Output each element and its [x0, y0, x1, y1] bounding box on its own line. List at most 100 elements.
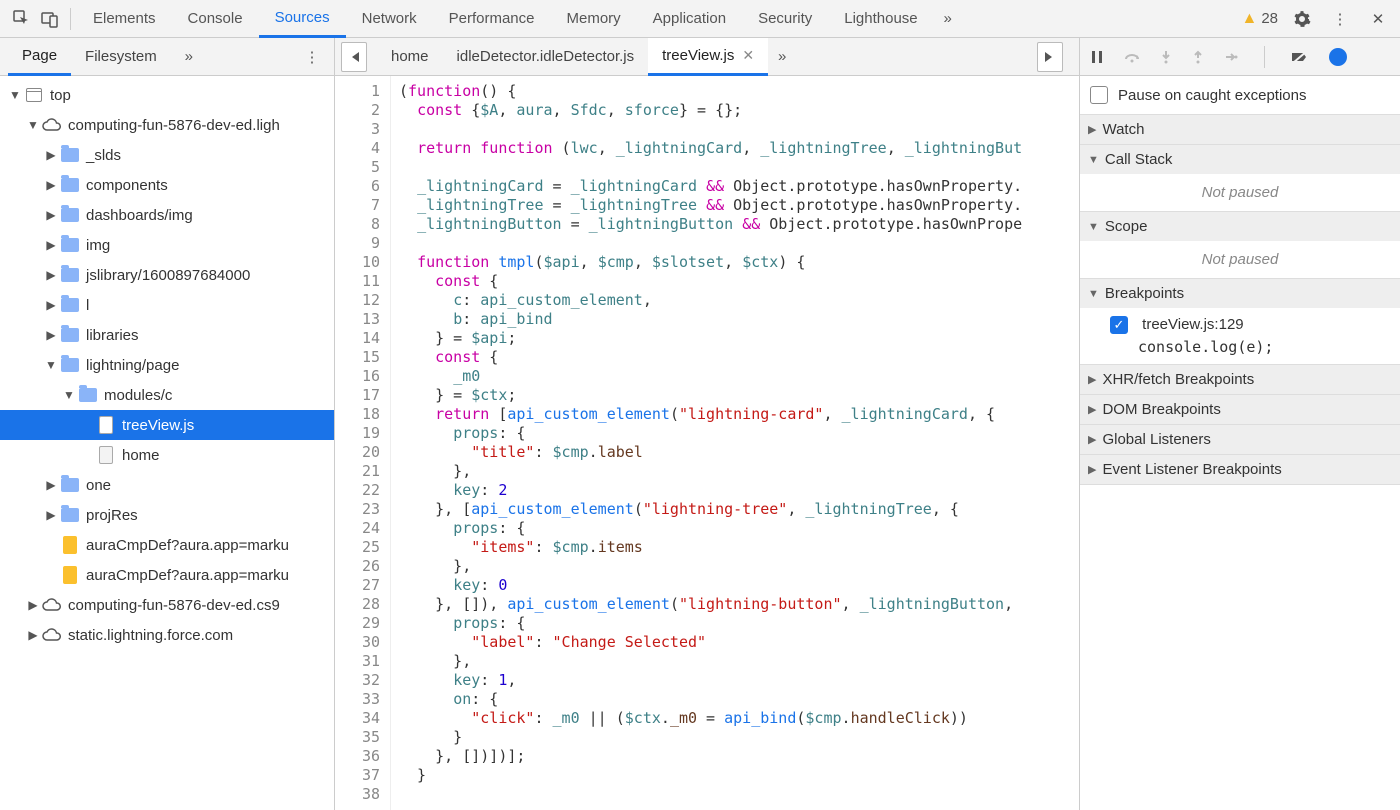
disclosure-icon[interactable]: ▶	[44, 148, 58, 162]
pane-header[interactable]: ▶DOM Breakpoints	[1080, 395, 1400, 424]
pane-header[interactable]: ▼Call Stack	[1080, 145, 1400, 174]
kebab-menu-icon[interactable]: ⋮	[1326, 5, 1354, 33]
sidebar-tabs: PageFilesystem » ⋮	[0, 38, 334, 76]
more-side-tabs-icon[interactable]: »	[175, 43, 203, 71]
disclosure-icon[interactable]: ▶	[44, 478, 58, 492]
tree-label: computing-fun-5876-dev-ed.ligh	[68, 117, 280, 134]
tree-label: computing-fun-5876-dev-ed.cs9	[68, 597, 280, 614]
device-toggle-icon[interactable]	[36, 5, 64, 33]
deactivate-breakpoints-icon[interactable]	[1291, 50, 1309, 64]
breakpoints-pane: ▼Breakpoints ✓ treeView.js:129 console.l…	[1080, 279, 1400, 365]
devtools-toolbar: ElementsConsoleSourcesNetworkPerformance…	[0, 0, 1400, 38]
editor-tab[interactable]: home	[377, 38, 443, 76]
code-editor[interactable]: 1234567891011121314151617181920212223242…	[335, 76, 1079, 810]
panel-tab-application[interactable]: Application	[637, 0, 742, 38]
pane-header[interactable]: ▼Scope	[1080, 212, 1400, 241]
file-icon	[96, 415, 116, 435]
tree-row[interactable]: ▼lightning/page	[0, 350, 334, 380]
panel-tab-sources[interactable]: Sources	[259, 0, 346, 38]
call-stack-pane: ▼Call Stack Not paused	[1080, 145, 1400, 212]
tree-row[interactable]: ▶projRes	[0, 500, 334, 530]
pane-header[interactable]: ▶Event Listener Breakpoints	[1080, 455, 1400, 484]
debug-toolbar	[1080, 38, 1400, 76]
disclosure-icon[interactable]: ▼	[26, 118, 40, 132]
step-over-icon[interactable]	[1124, 50, 1140, 64]
disclosure-icon[interactable]: ▶	[44, 328, 58, 342]
tree-row[interactable]: ▶static.lightning.force.com	[0, 620, 334, 650]
nav-forward-icon[interactable]	[1037, 42, 1063, 72]
tree-row[interactable]: ▶l	[0, 290, 334, 320]
tree-row[interactable]: ▼modules/c	[0, 380, 334, 410]
disclosure-icon[interactable]	[80, 418, 94, 432]
disclosure-icon[interactable]	[80, 448, 94, 462]
step-icon[interactable]	[1224, 50, 1238, 64]
pause-on-exceptions-icon[interactable]	[1329, 48, 1347, 66]
panel-tab-performance[interactable]: Performance	[433, 0, 551, 38]
disclosure-icon[interactable]: ▼	[62, 388, 76, 402]
disclosure-icon[interactable]: ▶	[26, 598, 40, 612]
editor-tab[interactable]: idleDetector.idleDetector.js	[443, 38, 649, 76]
separator	[70, 8, 71, 30]
close-icon[interactable]: ✕	[1364, 5, 1392, 33]
disclosure-icon[interactable]: ▶	[44, 178, 58, 192]
sidebar-tab-page[interactable]: Page	[8, 38, 71, 76]
sidebar-tab-filesystem[interactable]: Filesystem	[71, 38, 171, 76]
tab-label: idleDetector.idleDetector.js	[457, 48, 635, 65]
panel-tab-lighthouse[interactable]: Lighthouse	[828, 0, 933, 38]
tree-row[interactable]: ▶img	[0, 230, 334, 260]
frame-icon	[24, 85, 44, 105]
warning-icon: ▲	[1241, 10, 1257, 28]
step-into-icon[interactable]	[1160, 50, 1172, 64]
pane-header[interactable]: ▶Global Listeners	[1080, 425, 1400, 454]
tree-row[interactable]: ▶_slds	[0, 140, 334, 170]
settings-icon[interactable]	[1288, 5, 1316, 33]
checkbox[interactable]: ✓	[1110, 316, 1128, 334]
tab-label: treeView.js	[662, 47, 734, 64]
panel-tab-network[interactable]: Network	[346, 0, 433, 38]
checkbox[interactable]	[1090, 86, 1108, 104]
disclosure-icon[interactable]: ▶	[44, 268, 58, 282]
tree-row[interactable]: ▶jslibrary/1600897684000	[0, 260, 334, 290]
disclosure-icon[interactable]	[44, 568, 58, 582]
pane-header[interactable]: ▶XHR/fetch Breakpoints	[1080, 365, 1400, 394]
disclosure-icon[interactable]: ▼	[8, 88, 22, 102]
warning-count[interactable]: ▲ 28	[1241, 10, 1278, 28]
pause-icon[interactable]	[1090, 50, 1104, 64]
disclosure-icon[interactable]: ▶	[26, 628, 40, 642]
panel-tab-memory[interactable]: Memory	[551, 0, 637, 38]
disclosure-icon[interactable]: ▶	[44, 508, 58, 522]
disclosure-icon[interactable]: ▶	[44, 208, 58, 222]
pane-header[interactable]: ▶Watch	[1080, 115, 1400, 144]
panel-tab-elements[interactable]: Elements	[77, 0, 172, 38]
disclosure-icon[interactable]: ▶	[44, 298, 58, 312]
step-out-icon[interactable]	[1192, 50, 1204, 64]
tree-row[interactable]: ▶components	[0, 170, 334, 200]
disclosure-icon[interactable]: ▶	[44, 238, 58, 252]
disclosure-icon[interactable]: ▼	[44, 358, 58, 372]
folder-open-icon	[78, 385, 98, 405]
editor-tab[interactable]: treeView.js ✕	[648, 38, 768, 76]
disclosure-icon[interactable]	[44, 538, 58, 552]
tree-row[interactable]: ▼ computing-fun-5876-dev-ed.ligh	[0, 110, 334, 140]
kebab-menu-icon[interactable]: ⋮	[298, 43, 326, 71]
pause-exceptions-row[interactable]: Pause on caught exceptions	[1080, 76, 1400, 115]
tree-row[interactable]: auraCmpDef?aura.app=marku	[0, 530, 334, 560]
tree-row[interactable]: home	[0, 440, 334, 470]
tree-row[interactable]: auraCmpDef?aura.app=marku	[0, 560, 334, 590]
pane-header[interactable]: ▼Breakpoints	[1080, 279, 1400, 308]
breakpoint-item[interactable]: ✓ treeView.js:129	[1080, 308, 1400, 338]
tree-row[interactable]: ▶libraries	[0, 320, 334, 350]
panel-tab-security[interactable]: Security	[742, 0, 828, 38]
folder-open-icon	[60, 355, 80, 375]
tree-row[interactable]: ▶dashboards/img	[0, 200, 334, 230]
more-tabs-icon[interactable]: »	[934, 5, 962, 33]
tree-row[interactable]: treeView.js	[0, 410, 334, 440]
tree-row[interactable]: ▶one	[0, 470, 334, 500]
inspect-icon[interactable]	[8, 5, 36, 33]
tree-row[interactable]: ▶ computing-fun-5876-dev-ed.cs9	[0, 590, 334, 620]
panel-tab-console[interactable]: Console	[172, 0, 259, 38]
tree-row[interactable]: ▼top	[0, 80, 334, 110]
more-editor-tabs-icon[interactable]: »	[768, 43, 796, 71]
close-tab-icon[interactable]: ✕	[742, 47, 754, 64]
nav-back-icon[interactable]	[341, 42, 367, 72]
